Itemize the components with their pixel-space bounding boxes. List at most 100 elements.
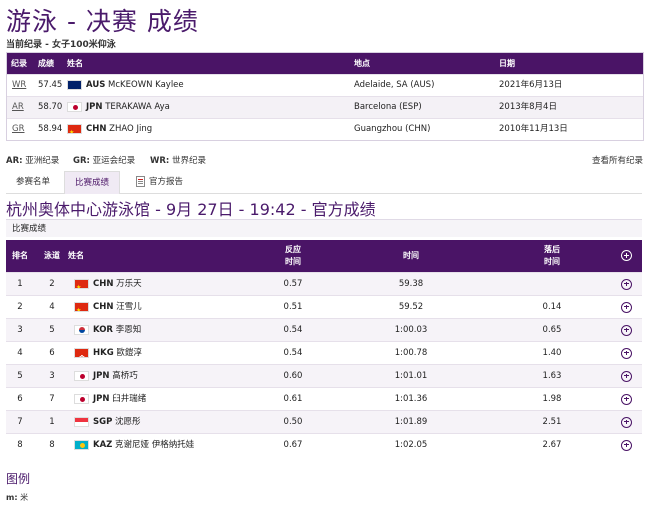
record-row-wr: WR 57.45 AUS McKEOWN Kaylee Adelaide, SA… — [7, 74, 643, 96]
expand-row-plus-icon[interactable] — [621, 301, 632, 313]
current-records-subtitle: 当前纪录 - 女子100米仰泳 — [6, 40, 116, 50]
records-header-row: 纪录 成绩 姓名 地点 日期 — [7, 53, 643, 74]
record-date: 2010年11月13日 — [499, 124, 568, 134]
record-date: 2013年8月4日 — [499, 102, 557, 112]
result-rank: 7 — [17, 417, 23, 427]
record-country: AUS — [86, 80, 106, 90]
result-time-behind: 2.51 — [542, 417, 562, 427]
result-time: 1:01.01 — [394, 371, 428, 381]
record-result: 58.94 — [38, 124, 63, 134]
expand-all-plus-icon[interactable] — [621, 250, 632, 261]
result-athlete-name: 克谢尼娅 伊格纳托娃 — [115, 440, 195, 450]
legend-meter-note: m: 米 — [6, 493, 29, 502]
result-row: 8 8 KAZ 克谢尼娅 伊格纳托娃 0.67 1:02.05 2.67 — [6, 433, 642, 456]
result-country: SGP — [93, 417, 113, 427]
view-all-records-link[interactable]: 查看所有纪录 — [592, 154, 643, 166]
japan-flag-icon — [74, 393, 89, 404]
kazakhstan-flag-icon — [74, 439, 89, 450]
expand-row-plus-icon[interactable] — [621, 370, 632, 382]
record-country: CHN — [86, 124, 107, 134]
record-code-link[interactable]: WR — [12, 75, 26, 96]
records-header-record: 纪录 — [11, 59, 27, 68]
china-flag-icon — [74, 301, 89, 312]
result-lane: 4 — [49, 302, 55, 312]
korea-flag-icon — [74, 324, 89, 335]
result-reaction-time: 0.57 — [283, 279, 303, 289]
result-time: 1:01.89 — [394, 417, 428, 427]
page-title: 游泳 - 决赛 成绩 — [6, 7, 199, 36]
expand-row-plus-icon[interactable] — [621, 347, 632, 359]
records-header-date: 日期 — [499, 59, 515, 68]
tab-results[interactable]: 比赛成绩 — [64, 171, 121, 194]
record-location: Barcelona (ESP) — [354, 102, 422, 112]
records-header-location: 地点 — [354, 59, 370, 68]
result-rank: 5 — [17, 371, 23, 381]
result-reaction-time: 0.51 — [283, 302, 303, 312]
china-flag-icon — [67, 123, 82, 134]
results-header-lane: 泳道 — [44, 251, 60, 260]
records-header-result: 成绩 — [38, 59, 54, 68]
results-header-reaction: 反应时间 — [285, 245, 301, 266]
expand-row-plus-icon[interactable] — [621, 393, 632, 405]
result-row: 2 4 CHN 汪雪儿 0.51 59.52 0.14 — [6, 295, 642, 318]
result-time: 59.38 — [398, 279, 424, 289]
record-location: Adelaide, SA (AUS) — [354, 80, 435, 90]
result-lane: 6 — [49, 348, 55, 358]
result-athlete-name: 李恩知 — [115, 325, 142, 335]
result-country: JPN — [93, 394, 110, 404]
result-country: KAZ — [93, 440, 113, 450]
result-time-behind: 2.67 — [542, 440, 562, 450]
expand-row-plus-icon[interactable] — [621, 416, 632, 428]
legend-title: 图例 — [6, 472, 31, 486]
results-header-time: 时间 — [403, 251, 419, 260]
result-time: 1:02.05 — [394, 440, 428, 450]
records-header-name: 姓名 — [67, 59, 83, 68]
result-country: KOR — [93, 325, 113, 335]
result-time: 1:00.78 — [394, 348, 428, 358]
record-row-ar: AR 58.70 JPN TERAKAWA Aya Barcelona (ESP… — [7, 96, 643, 118]
result-time: 1:00.03 — [394, 325, 428, 335]
japan-flag-icon — [67, 101, 82, 112]
record-athlete-name: ZHAO Jing — [109, 124, 153, 134]
record-code-link[interactable]: GR — [12, 119, 25, 140]
result-rank: 6 — [17, 394, 23, 404]
record-result: 58.70 — [38, 102, 63, 112]
result-lane: 5 — [49, 325, 55, 335]
result-reaction-time: 0.67 — [283, 440, 303, 450]
results-table: 排名 泳道 姓名 反应时间 时间 落后时间 1 2 CHN 万乐天 0.57 59.38… — [6, 240, 642, 456]
record-code-link[interactable]: AR — [12, 97, 24, 118]
record-date: 2021年6月13日 — [499, 80, 563, 90]
tab-official-report[interactable]: 官方报告 — [126, 171, 193, 193]
record-legend-ar: AR: 亚洲纪录 — [6, 156, 60, 166]
result-row: 5 3 JPN 高桥巧 0.60 1:01.01 1.63 — [6, 364, 642, 387]
expand-row-plus-icon[interactable] — [621, 439, 632, 451]
result-lane: 8 — [49, 440, 55, 450]
result-time: 59.52 — [398, 302, 424, 312]
expand-row-plus-icon[interactable] — [621, 278, 632, 290]
record-country: JPN — [86, 102, 103, 112]
result-country: HKG — [93, 348, 114, 358]
result-time-behind: 0.14 — [542, 302, 562, 312]
record-legend-wr: WR: 世界纪录 — [150, 156, 207, 166]
record-athlete-name: McKEOWN Kaylee — [108, 80, 184, 90]
result-lane: 3 — [49, 371, 55, 381]
china-flag-icon — [74, 278, 89, 289]
result-country: CHN — [93, 302, 114, 312]
record-row-gr: GR 58.94 CHN ZHAO Jing Guangzhou (CHN) 2… — [7, 118, 643, 140]
result-athlete-name: 汪雪儿 — [116, 302, 142, 312]
record-legend-gr: GR: 亚运会纪录 — [73, 156, 136, 166]
result-rank: 4 — [17, 348, 23, 358]
result-row: 4 6 HKG 歐鎧淳 0.54 1:00.78 1.40 — [6, 341, 642, 364]
result-rank: 3 — [17, 325, 23, 335]
result-time-behind: 1.40 — [542, 348, 562, 358]
result-athlete-name: 臼井瑞绪 — [112, 394, 147, 404]
records-table: 纪录 成绩 姓名 地点 日期 WR 57.45 AUS McKEOWN Kayl… — [6, 52, 644, 141]
result-athlete-name: 歐鎧淳 — [116, 348, 142, 358]
result-reaction-time: 0.61 — [283, 394, 303, 404]
results-section-label: 比赛成绩 — [6, 219, 642, 237]
session-heading: 杭州奥体中心游泳馆 - 9月 27日 - 19:42 - 官方成绩 — [6, 200, 376, 219]
results-header-name: 姓名 — [68, 251, 84, 260]
result-row: 6 7 JPN 臼井瑞绪 0.61 1:01.36 1.98 — [6, 387, 642, 410]
expand-row-plus-icon[interactable] — [621, 324, 632, 336]
tab-entry-list[interactable]: 参赛名单 — [6, 171, 60, 193]
